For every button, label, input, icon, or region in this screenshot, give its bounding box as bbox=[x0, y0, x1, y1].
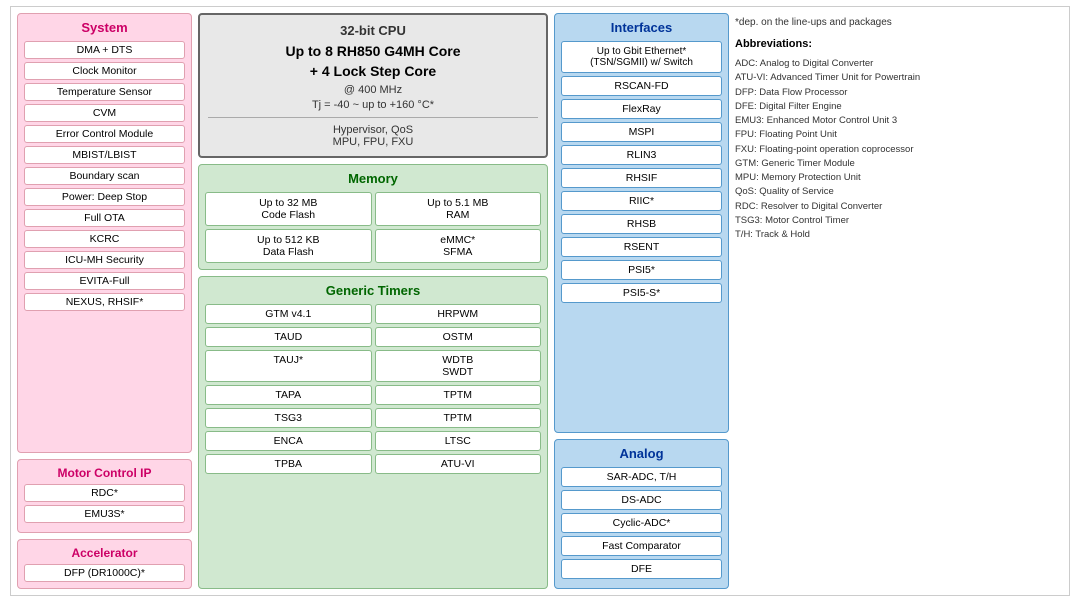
cpu-temp: Tj = -40 ~ up to +160 °C* bbox=[208, 99, 538, 111]
abbr-item: FPU: Floating Point Unit bbox=[735, 128, 985, 142]
system-item: EVITA-Full bbox=[24, 272, 185, 290]
interface-item: PSI5-S* bbox=[561, 283, 722, 303]
timer-item: HRPWM bbox=[375, 304, 542, 324]
abbr-item: QoS: Quality of Service bbox=[735, 185, 985, 199]
abbr-item: TSG3: Motor Control Timer bbox=[735, 214, 985, 228]
cpu-main-text: Up to 8 RH850 G4MH Core+ 4 Lock Step Cor… bbox=[208, 42, 538, 81]
system-item: Temperature Sensor bbox=[24, 83, 185, 101]
system-item: NEXUS, RHSIF* bbox=[24, 293, 185, 311]
cpu-section-title: 32-bit CPU bbox=[208, 23, 538, 38]
memory-item: Up to 5.1 MBRAM bbox=[375, 192, 542, 226]
timer-item: GTM v4.1 bbox=[205, 304, 372, 324]
timers-title: Generic Timers bbox=[205, 283, 541, 298]
system-item: MBIST/LBIST bbox=[24, 146, 185, 164]
timer-item: TPTM bbox=[375, 385, 542, 405]
motor-item: RDC* bbox=[24, 484, 185, 502]
interface-item: PSI5* bbox=[561, 260, 722, 280]
col1: System DMA + DTS Clock Monitor Temperature… bbox=[17, 13, 192, 589]
system-box: System DMA + DTS Clock Monitor Temperature… bbox=[17, 13, 192, 453]
system-item: CVM bbox=[24, 104, 185, 122]
timers-box: Generic Timers GTM v4.1HRPWMTAUDOSTMTAUJ… bbox=[198, 276, 548, 589]
interface-item: RHSB bbox=[561, 214, 722, 234]
abbr-item: T/H: Track & Hold bbox=[735, 228, 985, 242]
timer-item: TSG3 bbox=[205, 408, 372, 428]
timer-item: WDTBSWDT bbox=[375, 350, 542, 382]
abbr-item: FXU: Floating-point operation coprocesso… bbox=[735, 143, 985, 157]
interface-item: RIIC* bbox=[561, 191, 722, 211]
abbr-item: DFE: Digital Filter Engine bbox=[735, 100, 985, 114]
col2: 32-bit CPU Up to 8 RH850 G4MH Core+ 4 Lo… bbox=[198, 13, 548, 589]
system-item: Boundary scan bbox=[24, 167, 185, 185]
abbr-item: RDC: Resolver to Digital Converter bbox=[735, 200, 985, 214]
system-item: Full OTA bbox=[24, 209, 185, 227]
system-item: KCRC bbox=[24, 230, 185, 248]
analog-box: Analog SAR-ADC, T/H DS-ADC Cyclic-ADC* Fast… bbox=[554, 439, 729, 589]
analog-item: DS-ADC bbox=[561, 490, 722, 510]
interface-item: FlexRay bbox=[561, 99, 722, 119]
accel-title: Accelerator bbox=[24, 546, 185, 560]
col3: Interfaces Up to Gbit Ethernet*(TSN/SGMI… bbox=[554, 13, 729, 589]
analog-item: Fast Comparator bbox=[561, 536, 722, 556]
system-item: Error Control Module bbox=[24, 125, 185, 143]
timer-item: ATU-VI bbox=[375, 454, 542, 474]
motor-title: Motor Control IP bbox=[24, 466, 185, 480]
timer-item: OSTM bbox=[375, 327, 542, 347]
interface-item: RSENT bbox=[561, 237, 722, 257]
analog-item: DFE bbox=[561, 559, 722, 579]
motor-item: EMU3S* bbox=[24, 505, 185, 523]
timer-item: LTSC bbox=[375, 431, 542, 451]
memory-item: Up to 512 KBData Flash bbox=[205, 229, 372, 263]
system-item: ICU-MH Security bbox=[24, 251, 185, 269]
accel-item: DFP (DR1000C)* bbox=[24, 564, 185, 582]
system-item: Power: Deep Stop bbox=[24, 188, 185, 206]
system-item: Clock Monitor bbox=[24, 62, 185, 80]
timer-item: TAPA bbox=[205, 385, 372, 405]
analog-item: SAR-ADC, T/H bbox=[561, 467, 722, 487]
abbr-item: GTM: Generic Timer Module bbox=[735, 157, 985, 171]
system-item: DMA + DTS bbox=[24, 41, 185, 59]
abbr-item: MPU: Memory Protection Unit bbox=[735, 171, 985, 185]
abbr-item: DFP: Data Flow Processor bbox=[735, 86, 985, 100]
abbr-item: EMU3: Enhanced Motor Control Unit 3 bbox=[735, 114, 985, 128]
interface-item: MSPI bbox=[561, 122, 722, 142]
accel-box: Accelerator DFP (DR1000C)* bbox=[17, 539, 192, 589]
system-title: System bbox=[24, 20, 185, 35]
timer-item: TPBA bbox=[205, 454, 372, 474]
memory-grid: Up to 32 MBCode FlashUp to 5.1 MBRAMUp t… bbox=[205, 192, 541, 263]
interface-item: RHSIF bbox=[561, 168, 722, 188]
analog-item: Cyclic-ADC* bbox=[561, 513, 722, 533]
interface-item: RSCAN-FD bbox=[561, 76, 722, 96]
memory-item: eMMC*SFMA bbox=[375, 229, 542, 263]
memory-title: Memory bbox=[205, 171, 541, 186]
cpu-features: Hypervisor, QoSMPU, FPU, FXU bbox=[208, 124, 538, 148]
memory-item: Up to 32 MBCode Flash bbox=[205, 192, 372, 226]
timer-item: TAUD bbox=[205, 327, 372, 347]
dep-note: *dep. on the line-ups and packages bbox=[735, 17, 985, 28]
interfaces-title: Interfaces bbox=[561, 20, 722, 35]
analog-title: Analog bbox=[561, 446, 722, 461]
interfaces-top-item: Up to Gbit Ethernet*(TSN/SGMII) w/ Switc… bbox=[561, 41, 722, 73]
main-diagram: System DMA + DTS Clock Monitor Temperature… bbox=[10, 6, 1070, 596]
cpu-box: 32-bit CPU Up to 8 RH850 G4MH Core+ 4 Lo… bbox=[198, 13, 548, 158]
interfaces-box: Interfaces Up to Gbit Ethernet*(TSN/SGMI… bbox=[554, 13, 729, 433]
timer-item: TAUJ* bbox=[205, 350, 372, 382]
cpu-freq: @ 400 MHz bbox=[208, 84, 538, 96]
abbr-item: ADC: Analog to Digital Converter bbox=[735, 57, 985, 71]
interface-item: RLIN3 bbox=[561, 145, 722, 165]
abbr-title: Abbreviations: bbox=[735, 38, 985, 50]
timer-item: ENCA bbox=[205, 431, 372, 451]
motor-box: Motor Control IP RDC* EMU3S* bbox=[17, 459, 192, 533]
abbr-item: ATU-VI: Advanced Timer Unit for Powertra… bbox=[735, 71, 985, 85]
memory-box: Memory Up to 32 MBCode FlashUp to 5.1 MB… bbox=[198, 164, 548, 270]
timers-grid: GTM v4.1HRPWMTAUDOSTMTAUJ*WDTBSWDTTAPATP… bbox=[205, 304, 541, 474]
timer-item: TPTM bbox=[375, 408, 542, 428]
col4-notes: *dep. on the line-ups and packages Abbre… bbox=[735, 13, 985, 589]
